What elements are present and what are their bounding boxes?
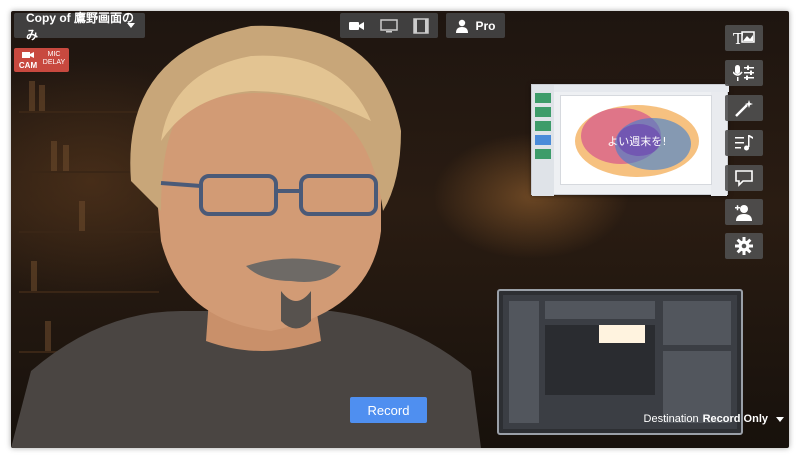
record-button[interactable]: Record — [350, 397, 427, 423]
cam-mic-delay-badge[interactable]: CAM MIC DELAY — [14, 48, 69, 72]
destination-selector[interactable]: Destination Record Only — [644, 413, 784, 425]
gear-icon — [735, 237, 753, 255]
settings-button[interactable] — [725, 233, 763, 259]
pro-button[interactable]: Pro — [446, 13, 505, 38]
text-image-icon: T — [733, 30, 755, 47]
slide-text: よい週末を! — [607, 134, 666, 148]
comment-icon — [735, 170, 753, 187]
camera-icon — [22, 52, 34, 58]
destination-label: Destination — [643, 413, 699, 425]
source-mode-group — [340, 13, 438, 38]
chevron-down-icon — [127, 23, 135, 28]
music-list-icon — [735, 135, 753, 151]
source-title-dropdown[interactable]: Copy of 鷹野画面のみ — [14, 11, 145, 42]
guests-button[interactable] — [725, 199, 763, 225]
video-preview: よい週末を! — [11, 11, 789, 448]
cam-label: CAM — [18, 61, 38, 70]
film-icon[interactable] — [405, 13, 437, 38]
pro-label: Pro — [475, 18, 496, 33]
camera-icon[interactable] — [341, 13, 373, 38]
monitor-screen — [503, 295, 737, 429]
comments-button[interactable] — [725, 165, 763, 191]
mic-settings-button[interactable] — [725, 60, 763, 86]
slide-canvas: よい週末を! — [560, 95, 712, 185]
user-icon — [456, 19, 469, 33]
mic-settings-icon — [733, 65, 754, 81]
destination-value: Record Only — [702, 413, 768, 425]
add-person-icon — [735, 205, 752, 221]
magic-wand-icon — [735, 100, 753, 117]
chevron-down-icon — [776, 416, 784, 422]
text-image-button[interactable]: T — [725, 25, 763, 51]
effects-button[interactable] — [725, 95, 763, 121]
screen-pip[interactable]: よい週末を! — [531, 84, 729, 196]
monitor-icon[interactable] — [373, 13, 405, 38]
music-button[interactable] — [725, 130, 763, 156]
mic-delay-label: MIC DELAY — [42, 51, 66, 66]
slide-thumbnails — [532, 85, 554, 196]
app-toolbar — [554, 85, 729, 92]
